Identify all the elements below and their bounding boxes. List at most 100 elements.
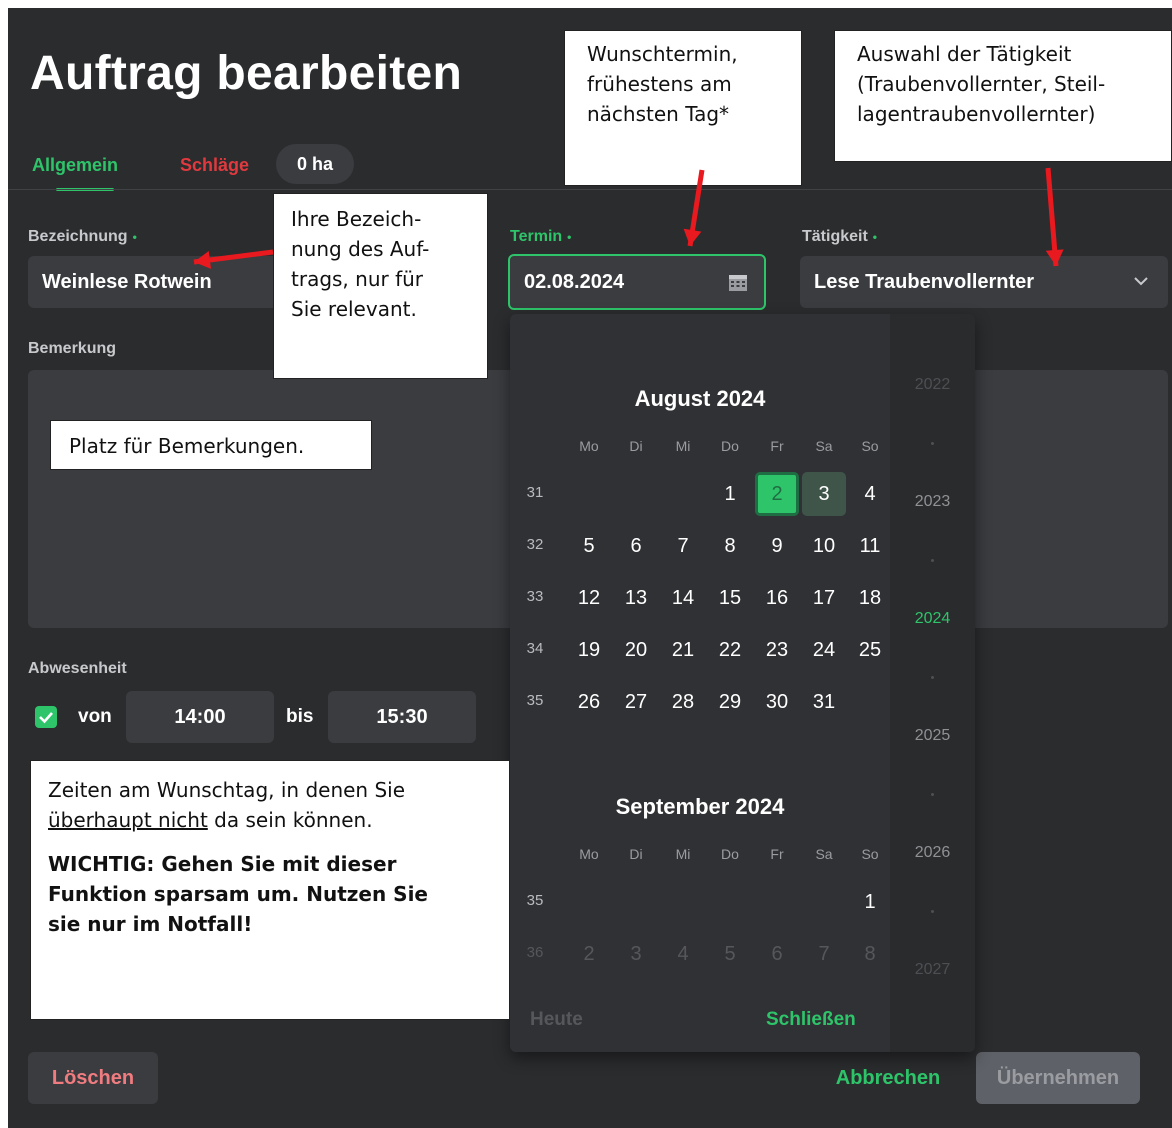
calendar-day[interactable]: 29 <box>708 680 752 724</box>
calendar-day[interactable]: 19 <box>567 628 611 672</box>
calendar-day[interactable]: 28 <box>661 680 705 724</box>
year-list[interactable]: 2022 2023 2024 2025 2026 2027 <box>890 314 975 1052</box>
delete-button[interactable]: Löschen <box>28 1052 158 1104</box>
week-number: 35 <box>526 692 544 709</box>
calendar-day[interactable]: 16 <box>755 576 799 620</box>
calendar-day[interactable]: 7 <box>802 932 846 976</box>
termin-label: Termin • <box>510 228 572 245</box>
calendar-day[interactable]: 15 <box>708 576 752 620</box>
annotation-line: Zeiten am Wunschtag, in denen Sie <box>48 778 406 802</box>
close-button[interactable]: Schließen <box>766 1009 856 1031</box>
calendar-day[interactable]: 9 <box>755 524 799 568</box>
calendar-day[interactable]: 24 <box>802 628 846 672</box>
calendar-day[interactable]: 21 <box>661 628 705 672</box>
calendar-day[interactable]: 20 <box>614 628 658 672</box>
calendar-day[interactable]: 8 <box>708 524 752 568</box>
calendar-day[interactable]: 6 <box>755 932 799 976</box>
year-item[interactable]: 2026 <box>890 844 975 862</box>
datepicker-popup: 2022 2023 2024 2025 2026 2027 Heute Schließen… <box>510 314 975 1052</box>
year-separator <box>931 676 934 679</box>
calendar-day[interactable]: 7 <box>661 524 705 568</box>
annotation-line: Sie relevant. <box>291 297 417 321</box>
calendar-day[interactable]: 3 <box>614 932 658 976</box>
annotation-line: Auswahl der Tätigkeit <box>857 42 1072 66</box>
year-item[interactable]: 2027 <box>890 961 975 979</box>
year-separator <box>931 559 934 562</box>
year-item[interactable]: 2022 <box>890 376 975 394</box>
calendar-day[interactable]: 23 <box>755 628 799 672</box>
calendar-day[interactable]: 22 <box>708 628 752 672</box>
annotation-warning-line: WICHTIG: Gehen Sie mit dieser <box>48 852 397 876</box>
bezeichnung-label: Bezeichnung • <box>28 228 137 245</box>
weekday-header: Mi <box>675 438 691 454</box>
abwesenheit-label: Abwesenheit <box>28 660 127 677</box>
calendar-day[interactable]: 2 <box>567 932 611 976</box>
termin-date-input[interactable]: 02.08.2024 <box>508 254 766 310</box>
week-number: 32 <box>526 536 544 553</box>
annotation-underlined-text: überhaupt nicht <box>48 808 208 832</box>
weekday-header: Do <box>721 846 739 862</box>
tab-schlaege[interactable]: Schläge <box>180 155 249 176</box>
annotation-bezeichnung: Ihre Bezeich- nung des Auf- trags, nur f… <box>273 193 488 379</box>
today-button[interactable]: Heute <box>530 1009 583 1031</box>
calendar-day[interactable]: 2 <box>755 472 799 516</box>
calendar-day[interactable]: 25 <box>848 628 892 672</box>
calendar-day[interactable]: 11 <box>848 524 892 568</box>
bis-time-input[interactable]: 15:30 <box>328 691 476 743</box>
year-item[interactable]: 2023 <box>890 493 975 511</box>
week-number: 36 <box>526 944 544 961</box>
tab-divider <box>8 189 1172 190</box>
check-icon <box>39 712 53 724</box>
apply-button[interactable]: Übernehmen <box>976 1052 1140 1104</box>
weekday-header: Do <box>721 438 739 454</box>
week-number: 33 <box>526 588 544 605</box>
calendar-day[interactable]: 30 <box>755 680 799 724</box>
annotation-line: Platz für Bemerkungen. <box>69 434 305 458</box>
calendar-day[interactable]: 27 <box>614 680 658 724</box>
annotation-bemerkung: Platz für Bemerkungen. <box>50 420 372 470</box>
calendar-day[interactable]: 1 <box>708 472 752 516</box>
annotation-line: nung des Auf- <box>291 237 430 261</box>
von-time-input[interactable]: 14:00 <box>126 691 274 743</box>
month-title: August 2024 <box>634 386 766 411</box>
calendar-day[interactable]: 5 <box>567 524 611 568</box>
annotation-line: frühestens am <box>587 72 732 96</box>
calendar-day[interactable]: 12 <box>567 576 611 620</box>
calendar-day[interactable]: 1 <box>848 880 892 924</box>
calendar-day[interactable]: 13 <box>614 576 658 620</box>
weekday-header: So <box>861 438 879 454</box>
calendar-day[interactable]: 4 <box>848 472 892 516</box>
calendar-day[interactable]: 8 <box>848 932 892 976</box>
von-label: von <box>78 706 112 727</box>
week-number: 35 <box>526 892 544 909</box>
annotation-abwesenheit: Zeiten am Wunschtag, in denen Sie überha… <box>30 760 510 1020</box>
calendar-day[interactable]: 31 <box>802 680 846 724</box>
calendar-day[interactable]: 26 <box>567 680 611 724</box>
taetigkeit-value: Lese Traubenvollernter <box>814 270 1035 293</box>
weekday-header: Sa <box>815 846 833 862</box>
weekday-header: Mi <box>675 846 691 862</box>
year-separator <box>931 910 934 913</box>
annotation-warning-line: Funktion sparsam um. Nutzen Sie <box>48 882 428 906</box>
calendar-day[interactable]: 5 <box>708 932 752 976</box>
calendar-day[interactable]: 6 <box>614 524 658 568</box>
calendar-day[interactable]: 10 <box>802 524 846 568</box>
annotation-taetigkeit: Auswahl der Tätigkeit (Traubenvollernter… <box>834 30 1172 162</box>
calendar-day[interactable]: 3 <box>802 472 846 516</box>
abwesenheit-checkbox[interactable] <box>35 706 57 728</box>
chevron-down-icon <box>1134 277 1148 286</box>
cancel-button[interactable]: Abbrechen <box>823 1052 953 1104</box>
weekday-header: Fr <box>770 438 784 454</box>
weekday-header: Sa <box>815 438 833 454</box>
taetigkeit-select[interactable]: Lese Traubenvollernter <box>800 256 1168 308</box>
calendar-icon[interactable] <box>728 272 748 292</box>
tab-allgemein[interactable]: Allgemein <box>32 155 118 176</box>
annotation-text: da sein können. <box>207 808 373 832</box>
calendar-day[interactable]: 18 <box>848 576 892 620</box>
calendar-day[interactable]: 14 <box>661 576 705 620</box>
calendar-day[interactable]: 17 <box>802 576 846 620</box>
year-item[interactable]: 2025 <box>890 727 975 745</box>
calendar-day[interactable]: 4 <box>661 932 705 976</box>
annotation-line: Ihre Bezeich- <box>291 207 422 231</box>
year-item[interactable]: 2024 <box>890 610 975 628</box>
